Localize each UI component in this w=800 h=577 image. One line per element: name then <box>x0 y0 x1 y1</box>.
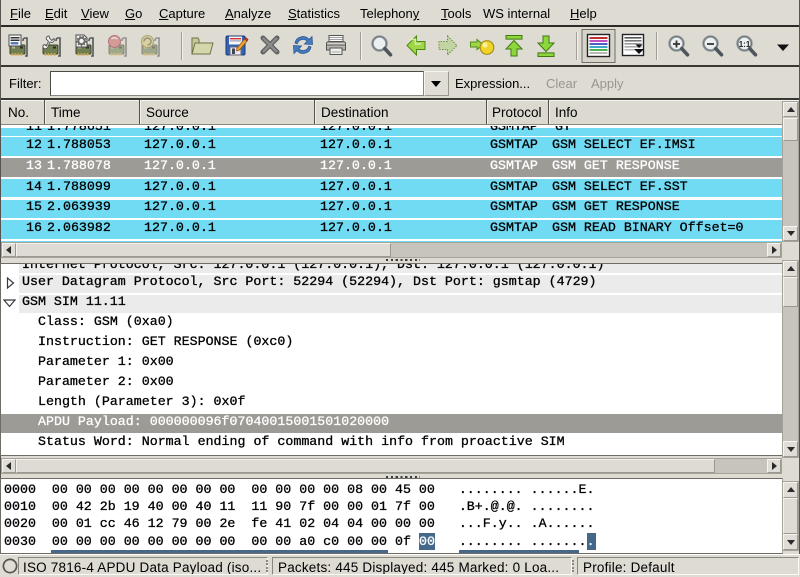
svg-text:1:1: 1:1 <box>739 40 751 49</box>
